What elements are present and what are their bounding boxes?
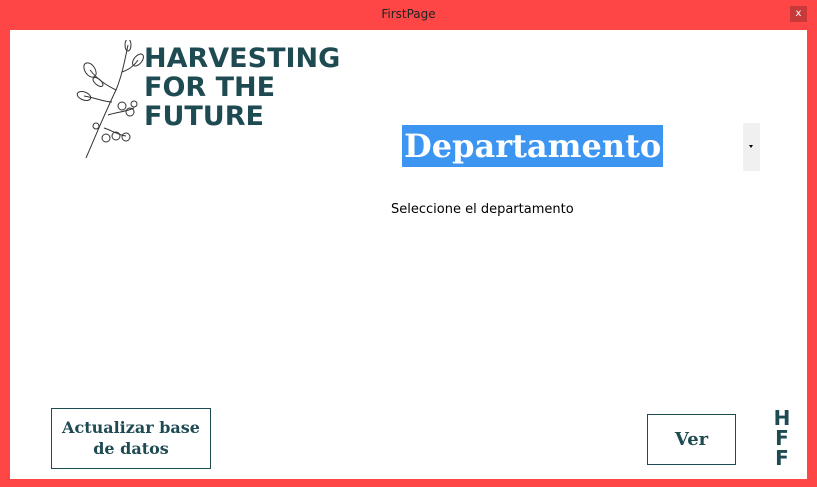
hff-corner-logo: H F F [770,408,794,468]
title-bar[interactable]: FirstPage x [0,0,817,30]
hff-letter-f2: F [775,446,789,470]
view-button[interactable]: Ver [647,414,736,465]
window-title: FirstPage [381,7,436,21]
department-hint-label: Seleccione el departamento [391,202,574,217]
logo-line-3: FUTURE [144,101,264,132]
logo-wordmark: HARVESTING FOR THE FUTURE [144,44,340,131]
hff-letter-h: H [773,406,791,430]
client-area: HARVESTING FOR THE FUTURE Departamento S… [10,30,807,479]
chevron-down-icon[interactable] [743,123,760,171]
logo-line-1: HARVESTING [144,43,341,74]
app-window: FirstPage x HARVESTING FOR THE FUTURE De… [0,0,817,487]
department-selected-value[interactable]: Departamento [402,125,664,167]
close-button[interactable]: x [790,6,807,22]
hff-letter-f1: F [775,426,789,450]
logo-line-2: FOR THE [144,72,276,103]
update-database-button[interactable]: Actualizar base de datos [51,408,211,469]
department-dropdown[interactable]: Departamento [399,123,760,171]
